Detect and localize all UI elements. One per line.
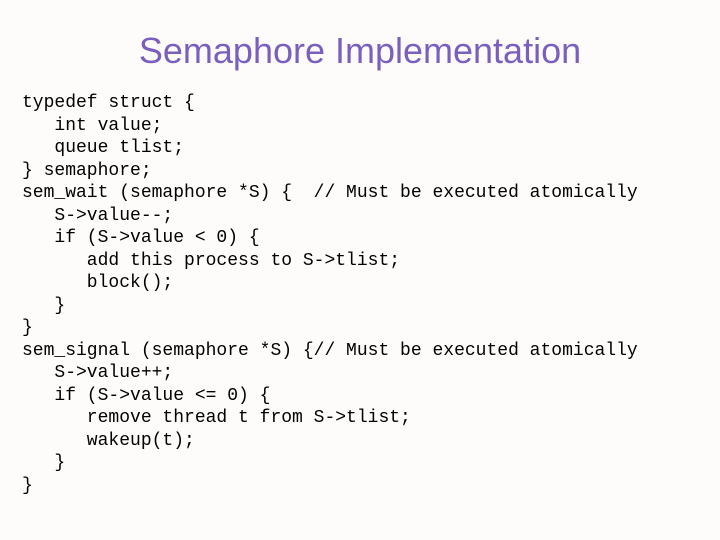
code-block: typedef struct { int value; queue tlist;…: [22, 92, 700, 497]
slide: Semaphore Implementation typedef struct …: [0, 0, 720, 540]
slide-title: Semaphore Implementation: [20, 30, 700, 72]
